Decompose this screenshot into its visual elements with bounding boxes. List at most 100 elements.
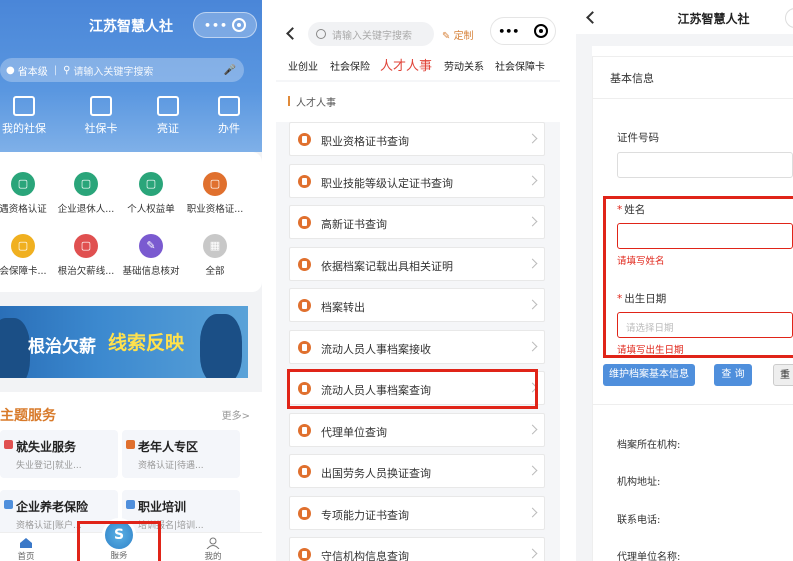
tab-mine[interactable]: 我的: [193, 537, 233, 561]
archive-institution-label: 档案所在机构:: [617, 440, 681, 451]
list-item-label: 代理单位查询: [321, 426, 387, 439]
list-item[interactable]: 档案转出: [289, 288, 545, 322]
service-item-all[interactable]: ▦ 全部: [182, 234, 248, 277]
more-icon[interactable]: •••: [498, 25, 519, 38]
service-icon: ✎: [139, 234, 163, 258]
list-item-label: 依据档案记载出具相关证明: [321, 260, 453, 273]
list-item[interactable]: 出国劳务人员换证查询: [289, 454, 545, 488]
wage-arrears-banner[interactable]: 根治欠薪 线索反映: [0, 306, 248, 378]
tab-talent-personnel[interactable]: 人才人事: [380, 55, 432, 74]
list-item[interactable]: 流动人员人事档案接收: [289, 330, 545, 364]
theme-card[interactable]: 就失业服务 失业登记|就业...: [0, 430, 118, 478]
list-item[interactable]: 代理单位查询: [289, 413, 545, 447]
tab-employment[interactable]: 业创业: [288, 58, 318, 73]
service-icon: ▢: [203, 172, 227, 196]
briefcase-icon: [4, 440, 13, 449]
chevron-right-icon: [527, 216, 538, 227]
service-item[interactable]: ✎ 基础信息核对: [118, 234, 184, 277]
theme-card[interactable]: 老年人专区 资格认证|待遇...: [122, 430, 240, 478]
divider: [592, 404, 793, 405]
mini-program-capsule[interactable]: •••: [490, 17, 556, 45]
more-link[interactable]: 更多>: [222, 407, 250, 422]
quick-social-card[interactable]: 社保卡: [71, 96, 131, 136]
service-item[interactable]: ▢ 企业退休人...: [53, 172, 119, 215]
chevron-right-icon: [527, 548, 538, 559]
list-item[interactable]: 职业技能等级认定证书查询: [289, 164, 545, 198]
theme-card-title: 就失业服务: [16, 440, 77, 454]
section-title: 基本信息: [610, 72, 654, 85]
quick-handle[interactable]: 办件: [199, 96, 259, 136]
quick-label: 亮证: [157, 122, 179, 135]
theme-card-title: 企业养老保险: [16, 500, 89, 514]
more-icon[interactable]: •••: [204, 19, 228, 32]
chevron-right-icon: [527, 175, 538, 186]
list-item[interactable]: 专项能力证书查询: [289, 496, 545, 530]
chevron-right-icon: [527, 424, 538, 435]
search-icon: [316, 29, 326, 39]
list-item-label: 档案转出: [321, 301, 365, 314]
quick-label: 办件: [218, 122, 240, 135]
service-item[interactable]: ▢ 职业资格证...: [182, 172, 248, 215]
user-icon: [206, 537, 220, 549]
page-margin: [576, 46, 592, 561]
service-label: 遇资格认证: [0, 204, 47, 215]
pension-icon: [4, 500, 13, 509]
service-item[interactable]: ▢ 个人权益单: [118, 172, 184, 215]
mini-program-capsule[interactable]: •••: [193, 12, 257, 38]
edit-icon: [218, 96, 240, 116]
chevron-right-icon: [527, 507, 538, 518]
list-item[interactable]: 高新证书查询: [289, 205, 545, 239]
quick-my-social-insurance[interactable]: 我的社保: [0, 96, 54, 136]
reset-button[interactable]: 重: [773, 364, 793, 386]
chevron-right-icon: [527, 341, 538, 352]
query-button[interactable]: 查 询: [714, 364, 752, 386]
service-label: 职业资格证...: [186, 204, 244, 215]
tab-label: 首页: [17, 552, 35, 561]
service-icon: ▢: [74, 172, 98, 196]
document-icon: [298, 507, 311, 520]
id-number-label: 证件号码: [617, 132, 659, 144]
service-label: 基础信息核对: [122, 266, 180, 277]
tab-social-card[interactable]: 社会保障卡: [495, 58, 545, 73]
tab-labor-relations[interactable]: 劳动关系: [444, 58, 484, 73]
microphone-icon[interactable]: 🎤: [224, 65, 236, 76]
document-icon: [298, 341, 311, 354]
certificate-icon: [157, 96, 179, 116]
search-bar[interactable]: 请输入关键字搜索: [308, 22, 434, 46]
archive-query-screen: 江苏智慧人社 基本信息 证件号码 * 姓名 请填写姓名 * 出生日期 请选择日期 请…: [576, 0, 793, 561]
agency-name-label: 代理单位名称:: [617, 552, 681, 561]
service-icon: ▢: [74, 234, 98, 258]
document-icon: [298, 258, 311, 271]
close-target-icon[interactable]: [232, 18, 247, 32]
close-target-icon[interactable]: [533, 24, 548, 38]
customize-button[interactable]: ✎ 定制: [442, 27, 474, 42]
list-item-label: 守信机构信息查询: [321, 550, 409, 561]
region-selector[interactable]: 省本级: [18, 63, 48, 78]
pencil-icon: ✎: [442, 31, 454, 42]
banner-figure: [200, 314, 242, 378]
theme-card-subtitle: 资格认证|账户...: [16, 521, 82, 531]
chevron-right-icon: [527, 133, 538, 144]
list-item[interactable]: 守信机构信息查询: [289, 537, 545, 561]
service-item[interactable]: ▢ 根治欠薪线...: [53, 234, 119, 277]
list-item[interactable]: 职业资格证书查询: [289, 122, 545, 156]
quick-show-certificate[interactable]: 亮证: [138, 96, 198, 136]
list-item[interactable]: 依据档案记载出具相关证明: [289, 247, 545, 281]
theme-card-title: 老年人专区: [138, 440, 199, 454]
service-item[interactable]: ▢ 遇资格认证: [0, 172, 56, 215]
id-number-field[interactable]: [617, 152, 793, 178]
highlight-box: [77, 521, 161, 561]
tab-home[interactable]: 首页: [6, 537, 46, 561]
document-icon: [298, 424, 311, 437]
search-placeholder: 请输入关键字搜索: [332, 30, 412, 42]
service-label: 企业退休人...: [57, 204, 115, 215]
customize-label: 定制: [453, 31, 474, 42]
chevron-right-icon: [527, 299, 538, 310]
search-bar[interactable]: ● 省本级 | ⚲ 请输入关键字搜索 🎤: [0, 58, 244, 82]
service-label: 根治欠薪线...: [57, 266, 115, 277]
service-item[interactable]: ▢ 会保障卡...: [0, 234, 56, 277]
tab-label: 我的: [204, 552, 222, 561]
tab-social-insurance[interactable]: 社会保险: [330, 58, 370, 73]
document-icon: [298, 299, 311, 312]
maintain-archive-button[interactable]: 维护档案基本信息: [603, 364, 695, 386]
